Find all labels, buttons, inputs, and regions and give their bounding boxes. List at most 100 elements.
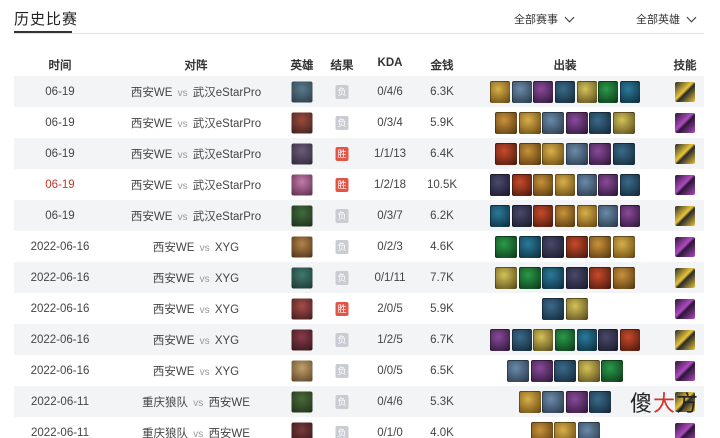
item-icon[interactable] bbox=[554, 328, 576, 351]
item-icon[interactable] bbox=[589, 142, 612, 165]
item-icon[interactable] bbox=[565, 297, 588, 320]
item-icon[interactable] bbox=[565, 235, 588, 258]
table-row[interactable]: 06-19 西安WE vs 武汉eStarPro 胜 1/2/18 10.5K bbox=[14, 169, 704, 200]
item-icon[interactable] bbox=[518, 142, 541, 165]
item-icon[interactable] bbox=[533, 328, 554, 351]
item-icon[interactable] bbox=[554, 80, 576, 103]
item-icon[interactable] bbox=[495, 111, 518, 134]
hero-avatar[interactable] bbox=[291, 391, 313, 412]
skill-icon[interactable] bbox=[675, 143, 695, 164]
item-icon[interactable] bbox=[601, 359, 623, 382]
hero-avatar[interactable] bbox=[291, 205, 313, 226]
item-icon[interactable] bbox=[576, 80, 597, 103]
item-icon[interactable] bbox=[554, 173, 576, 196]
item-icon[interactable] bbox=[533, 204, 554, 227]
item-icon[interactable] bbox=[511, 80, 532, 103]
hero-avatar[interactable] bbox=[291, 329, 313, 350]
hero-avatar[interactable] bbox=[291, 81, 313, 102]
item-icon[interactable] bbox=[518, 390, 541, 413]
item-icon[interactable] bbox=[518, 111, 541, 134]
item-icon[interactable] bbox=[589, 390, 612, 413]
skill-icon[interactable] bbox=[675, 267, 695, 288]
item-icon[interactable] bbox=[495, 266, 518, 289]
item-icon[interactable] bbox=[542, 111, 565, 134]
item-icon[interactable] bbox=[530, 359, 553, 382]
item-icon[interactable] bbox=[495, 235, 518, 258]
item-icon[interactable] bbox=[511, 328, 532, 351]
item-icon[interactable] bbox=[598, 173, 619, 196]
item-icon[interactable] bbox=[533, 173, 554, 196]
hero-avatar[interactable] bbox=[291, 112, 313, 133]
item-icon[interactable] bbox=[542, 266, 565, 289]
skill-icon[interactable] bbox=[675, 81, 695, 102]
table-row[interactable]: 06-19 西安WE vs 武汉eStarPro 负 0/4/6 6.3K bbox=[14, 76, 704, 107]
item-icon[interactable] bbox=[598, 328, 619, 351]
item-icon[interactable] bbox=[577, 359, 600, 382]
hero-avatar[interactable] bbox=[291, 422, 313, 438]
item-icon[interactable] bbox=[612, 235, 635, 258]
item-icon[interactable] bbox=[554, 421, 576, 438]
item-icon[interactable] bbox=[612, 266, 635, 289]
match-filter-dropdown[interactable]: 全部赛事 bbox=[514, 11, 575, 27]
table-row[interactable]: 2022-06-16 西安WE vs XYG 负 0/2/3 4.6K bbox=[14, 231, 704, 262]
hero-avatar[interactable] bbox=[291, 298, 313, 319]
skill-icon[interactable] bbox=[675, 360, 695, 381]
item-icon[interactable] bbox=[598, 80, 619, 103]
item-icon[interactable] bbox=[530, 421, 553, 438]
item-icon[interactable] bbox=[576, 328, 597, 351]
item-icon[interactable] bbox=[511, 204, 532, 227]
table-row[interactable]: 06-19 西安WE vs 武汉eStarPro 负 0/3/7 6.2K bbox=[14, 200, 704, 231]
item-icon[interactable] bbox=[619, 204, 640, 227]
item-icon[interactable] bbox=[518, 235, 541, 258]
table-row[interactable]: 2022-06-16 西安WE vs XYG 胜 2/0/5 5.9K bbox=[14, 293, 704, 324]
table-row[interactable]: 06-19 西安WE vs 武汉eStarPro 胜 1/1/13 6.4K bbox=[14, 138, 704, 169]
item-icon[interactable] bbox=[490, 328, 511, 351]
item-icon[interactable] bbox=[598, 204, 619, 227]
hero-avatar[interactable] bbox=[291, 174, 313, 195]
skill-icon[interactable] bbox=[675, 205, 695, 226]
item-icon[interactable] bbox=[565, 111, 588, 134]
item-icon[interactable] bbox=[554, 204, 576, 227]
table-row[interactable]: 06-19 西安WE vs 武汉eStarPro 负 0/3/4 5.9K bbox=[14, 107, 704, 138]
item-icon[interactable] bbox=[577, 421, 600, 438]
item-icon[interactable] bbox=[495, 142, 518, 165]
item-icon[interactable] bbox=[565, 266, 588, 289]
hero-avatar[interactable] bbox=[291, 143, 313, 164]
item-icon[interactable] bbox=[511, 173, 532, 196]
hero-avatar[interactable] bbox=[291, 360, 313, 381]
hero-avatar[interactable] bbox=[291, 236, 313, 257]
item-icon[interactable] bbox=[589, 111, 612, 134]
item-icon[interactable] bbox=[490, 173, 511, 196]
table-row[interactable]: 2022-06-11 重庆狼队 vs 西安WE 负 0/1/0 4.0K bbox=[14, 417, 704, 438]
item-icon[interactable] bbox=[542, 142, 565, 165]
item-icon[interactable] bbox=[490, 80, 511, 103]
item-icon[interactable] bbox=[507, 359, 529, 382]
item-icon[interactable] bbox=[542, 235, 565, 258]
item-icon[interactable] bbox=[576, 173, 597, 196]
skill-icon[interactable] bbox=[675, 112, 695, 133]
item-icon[interactable] bbox=[533, 80, 554, 103]
item-icon[interactable] bbox=[612, 111, 635, 134]
table-row[interactable]: 2022-06-11 重庆狼队 vs 西安WE 负 0/4/6 5.3K bbox=[14, 386, 704, 417]
hero-filter-dropdown[interactable]: 全部英雄 bbox=[636, 11, 697, 27]
item-icon[interactable] bbox=[518, 266, 541, 289]
skill-icon[interactable] bbox=[675, 422, 695, 438]
item-icon[interactable] bbox=[565, 142, 588, 165]
item-icon[interactable] bbox=[542, 390, 565, 413]
table-row[interactable]: 2022-06-16 西安WE vs XYG 负 1/2/5 6.7K bbox=[14, 324, 704, 355]
item-icon[interactable] bbox=[619, 173, 640, 196]
table-row[interactable]: 2022-06-16 西安WE vs XYG 负 0/1/11 7.7K bbox=[14, 262, 704, 293]
skill-icon[interactable] bbox=[675, 174, 695, 195]
item-icon[interactable] bbox=[565, 390, 588, 413]
skill-icon[interactable] bbox=[675, 329, 695, 350]
skill-icon[interactable] bbox=[675, 298, 695, 319]
item-icon[interactable] bbox=[612, 142, 635, 165]
item-icon[interactable] bbox=[576, 204, 597, 227]
item-icon[interactable] bbox=[490, 204, 511, 227]
item-icon[interactable] bbox=[589, 235, 612, 258]
item-icon[interactable] bbox=[619, 328, 640, 351]
item-icon[interactable] bbox=[554, 359, 576, 382]
skill-icon[interactable] bbox=[675, 236, 695, 257]
hero-avatar[interactable] bbox=[291, 267, 313, 288]
table-row[interactable]: 2022-06-16 西安WE vs XYG 负 0/0/5 6.5K bbox=[14, 355, 704, 386]
